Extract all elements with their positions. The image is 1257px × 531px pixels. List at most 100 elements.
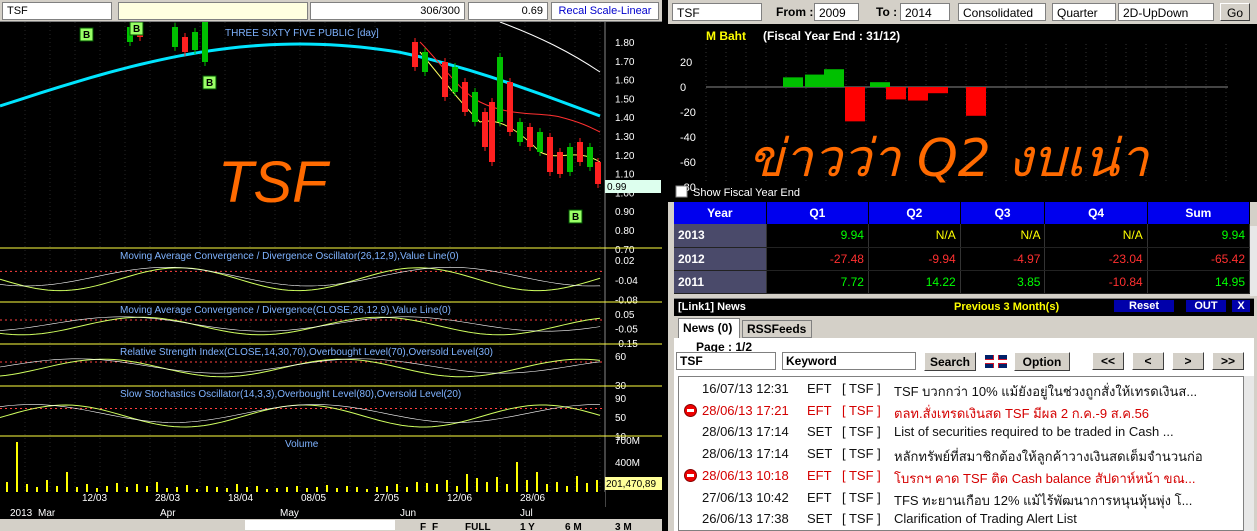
news-keyword-input[interactable]: Keyword (782, 352, 916, 370)
mode-select[interactable]: 2D-UpDown (1118, 3, 1214, 21)
show-fye-checkbox[interactable] (675, 185, 688, 198)
news-item[interactable]: 27/06/13 10:42 EFT [ TSF ] TFS ทะยานเกือบ 1… (702, 488, 1202, 510)
indicator-title: Relative Strength Index(CLOSE,14,30,70),… (120, 347, 493, 358)
volume-bar (526, 480, 528, 492)
volume-bar (96, 488, 98, 492)
range-button: F (432, 522, 438, 531)
fin-bar (845, 87, 865, 122)
cell-q3: N/A (960, 224, 1046, 248)
tab-rss[interactable]: RSSFeeds (742, 320, 812, 338)
indicator-signal-line (0, 358, 601, 374)
to-select[interactable]: 2014 (900, 3, 950, 21)
col-q4: Q4 (1044, 202, 1148, 224)
from-select[interactable]: 2009 (814, 3, 859, 21)
news-nav-button[interactable]: < (1132, 352, 1164, 370)
col-q2: Q2 (868, 202, 961, 224)
news-item[interactable]: 16/07/13 12:31 EFT [ TSF ] TSF บวกกว่า 10% … (702, 379, 1202, 401)
date-tick: 27/05 (374, 493, 399, 504)
range-button: F (420, 522, 426, 531)
financial-table: Year Q1 Q2 Q3 Q4 Sum 2013 9.94 N/A N/A N… (674, 202, 1251, 294)
volume-bar (436, 484, 438, 492)
news-option-button[interactable]: Option (1014, 352, 1070, 371)
price-chart-svg: THREE SIXTY FIVE PUBLIC [day] TSF 1.80 1.… (0, 22, 662, 531)
news-symbol: [ TSF ] (842, 381, 881, 396)
financial-panel: TSF From : 2009 To : 2014 Consolidated Q… (668, 0, 1257, 531)
news-out-button[interactable]: OUT (1186, 300, 1226, 312)
news-source: EFT (807, 402, 832, 418)
candle-body (482, 112, 488, 147)
news-headline: Clarification of Trading Alert List (894, 511, 1077, 527)
period-select[interactable]: Quarter (1052, 3, 1116, 21)
candle-body (567, 147, 573, 172)
news-headline: ตลท.สั่งเทรดเงินสด TSF มีผล 2 ก.ค.-9 ส.ค… (894, 405, 1150, 421)
news-period-label: Previous 3 Month(s) (954, 301, 1060, 313)
recal-scale-button[interactable]: Recal Scale-Linear (551, 2, 659, 20)
news-source: SET (807, 424, 833, 440)
chart-symbol-input[interactable]: TSF (2, 2, 112, 20)
volume-bar (476, 478, 478, 492)
fin-y-tick: -60 (680, 157, 696, 169)
fin-bar (783, 77, 803, 87)
volume-bar (556, 482, 558, 492)
volume-bar (266, 489, 268, 492)
news-source: SET (807, 446, 833, 462)
volume-bar (366, 489, 368, 492)
consolidated-select[interactable]: Consolidated (958, 3, 1046, 21)
news-headline: List of securities required to be traded… (894, 424, 1174, 440)
price-tick: 1.30 (615, 132, 635, 143)
buy-signal-label: B (83, 30, 90, 41)
volume-bar (486, 482, 488, 492)
news-item[interactable]: 28/06/13 17:14 SET [ TSF ] หลักทรัพย์ที่สมา… (702, 444, 1202, 466)
news-date: 26/06/13 17:38 (702, 511, 789, 527)
price-tick: 0.90 (615, 207, 635, 218)
news-close-button[interactable]: X (1232, 300, 1250, 312)
indicator-tick: -0.08 (615, 296, 638, 307)
chart-title: THREE SIXTY FIVE PUBLIC [day] (225, 28, 379, 39)
cell-year: 2012 (674, 247, 767, 271)
news-item[interactable]: 28/06/13 17:21 EFT [ TSF ] ตลท.สั่งเทรดเงิน… (702, 401, 1202, 423)
price-tick: 1.80 (615, 38, 635, 49)
news-symbol-input[interactable]: TSF (676, 352, 776, 370)
fin-symbol-input[interactable]: TSF (672, 3, 762, 21)
tab-news[interactable]: News (0) (678, 318, 740, 338)
col-q3: Q3 (960, 202, 1046, 224)
cell-q2: N/A (868, 224, 961, 248)
month-tick: 2013 (10, 508, 33, 519)
news-item[interactable]: 26/06/13 17:38 SET [ TSF ] Clarification of… (702, 509, 1202, 531)
news-nav-button[interactable]: << (1092, 352, 1124, 370)
candle-body (192, 32, 198, 50)
candle-body (422, 52, 428, 72)
volume-bar (206, 486, 208, 492)
candle-body (507, 82, 513, 132)
volume-bar (326, 485, 328, 492)
go-button[interactable]: Go (1220, 3, 1250, 21)
volume-bar (296, 486, 298, 492)
news-search-button[interactable]: Search (924, 352, 976, 371)
news-nav-button[interactable]: >> (1212, 352, 1244, 370)
news-item[interactable]: 28/06/13 17:14 SET [ TSF ] List of securiti… (702, 422, 1202, 444)
candle-body (587, 147, 593, 167)
news-item[interactable]: 28/06/13 10:18 EFT [ TSF ] โบรกฯ คาด TSF ติ… (702, 466, 1202, 488)
volume-bar (376, 487, 378, 492)
cell-q4: -10.84 (1044, 270, 1148, 294)
news-nav-button[interactable]: > (1172, 352, 1204, 370)
volume-last: 201,470,89 (606, 479, 656, 490)
news-reset-button[interactable]: Reset (1114, 300, 1174, 312)
volume-bar (246, 487, 248, 492)
uk-flag-icon[interactable] (984, 354, 1008, 369)
month-tick: May (280, 508, 299, 519)
candle-body (182, 37, 188, 52)
fin-y-tick: 0 (680, 82, 686, 94)
fin-unit-label: M Baht (706, 29, 746, 43)
news-scrollbar[interactable] (1244, 376, 1254, 531)
fin-y-tick: -40 (680, 132, 696, 144)
cell-q3: -4.97 (960, 247, 1046, 271)
cell-q2: -9.94 (868, 247, 961, 271)
candle-body (489, 102, 495, 162)
candle-body (412, 42, 418, 67)
cell-q2: 14.22 (868, 270, 961, 294)
table-scrollbar[interactable] (1250, 226, 1257, 296)
news-date: 27/06/13 10:42 (702, 489, 789, 505)
indicator-tick: -0.05 (615, 324, 638, 335)
indicator-tick: 0.05 (615, 310, 635, 321)
